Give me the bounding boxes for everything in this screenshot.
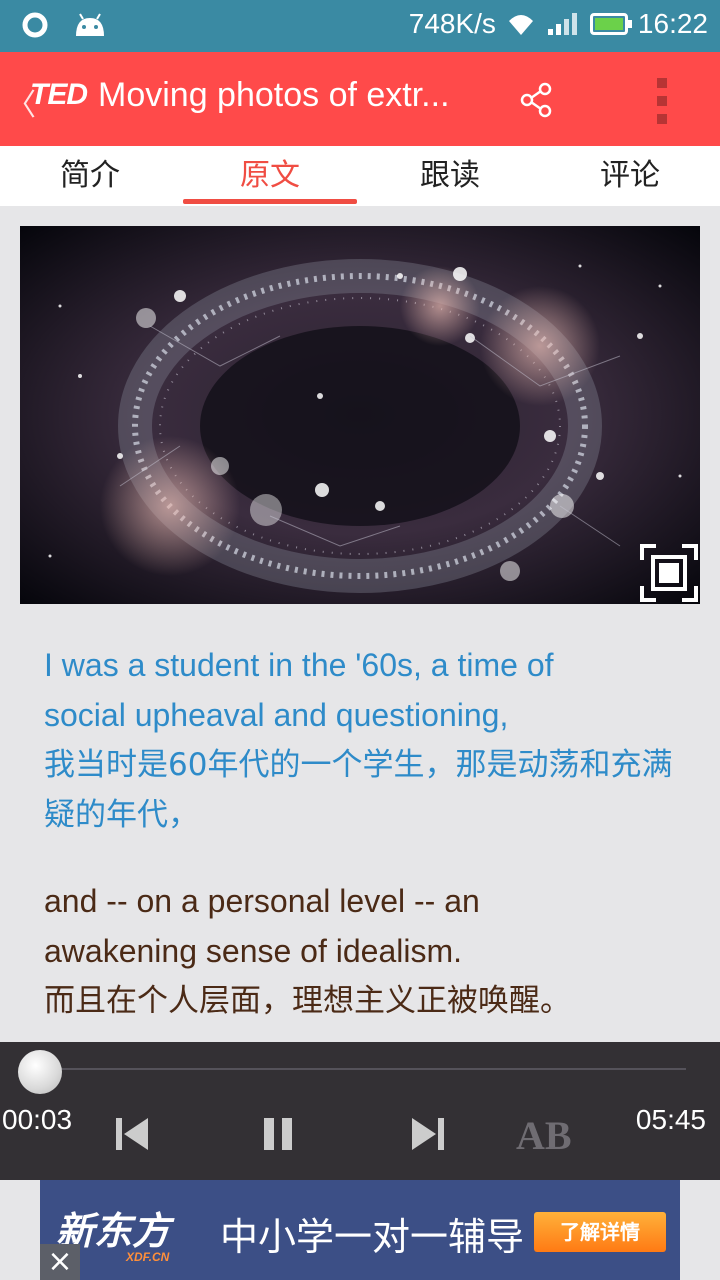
transcript-en: I was a student in the '60s, a time of s…: [44, 647, 554, 733]
previous-icon[interactable]: [112, 1114, 152, 1154]
ab-repeat-button[interactable]: AB: [516, 1112, 572, 1159]
video-frame: [20, 226, 700, 604]
ad-text: 中小学一对一辅导: [220, 1215, 525, 1259]
ted-logo[interactable]: TED: [30, 78, 88, 112]
wifi-icon: [508, 15, 533, 35]
more-vertical-icon[interactable]: [640, 76, 686, 126]
android-icon: [76, 13, 104, 36]
fullscreen-icon[interactable]: [640, 544, 698, 602]
share-icon[interactable]: [516, 80, 556, 120]
tab-intro[interactable]: 简介: [0, 146, 180, 206]
audio-player: 00:03 05:45 AB: [0, 1042, 720, 1180]
app-bar: 〈 TED Moving photos of extr...: [0, 52, 720, 146]
transcript-zh: 我当时是60年代的一个学生，那是动荡和充满疑的年代，: [44, 747, 673, 833]
close-icon[interactable]: ×: [40, 1244, 80, 1280]
status-bar: 748K/s 16:22: [0, 0, 720, 52]
battery-icon: [589, 13, 632, 35]
screen: 748K/s 16:22 〈 TED Moving photos of extr…: [0, 0, 720, 1280]
elapsed-time: 00:03: [2, 1104, 73, 1135]
clock: 16:22: [637, 8, 708, 39]
seek-track[interactable]: [34, 1068, 686, 1070]
tab-bar: 简介 原文 跟读 评论: [0, 146, 720, 206]
transcript-segment[interactable]: I was a student in the '60s, a time of s…: [44, 640, 684, 840]
ad-cta-button[interactable]: 了解详情: [534, 1212, 666, 1252]
next-icon[interactable]: [408, 1114, 448, 1154]
ad-brand-url: XDF.CN: [126, 1250, 170, 1264]
circle-notification-icon: [22, 12, 48, 38]
tab-read-along[interactable]: 跟读: [360, 146, 540, 206]
transcript-en: and -- on a personal level -- an awakeni…: [44, 883, 480, 969]
transcript-zh: 而且在个人层面，理想主义正被唤醒。: [44, 983, 571, 1019]
tab-transcript[interactable]: 原文: [180, 146, 360, 206]
transcript: I was a student in the '60s, a time of s…: [44, 640, 684, 1062]
talk-title: Moving photos of extr...: [98, 76, 450, 114]
transcript-segment[interactable]: and -- on a personal level -- an awakeni…: [44, 876, 684, 1026]
video-player[interactable]: [20, 226, 700, 604]
ad-banner[interactable]: 新东方 XDF.CN 中小学一对一辅导 了解详情: [40, 1180, 680, 1280]
seek-thumb[interactable]: [17, 1050, 62, 1094]
total-duration: 05:45: [635, 1104, 706, 1135]
pause-icon[interactable]: [258, 1114, 298, 1154]
signal-icon: [547, 13, 577, 35]
tab-comments[interactable]: 评论: [540, 146, 720, 206]
network-speed: 748K/s: [408, 8, 496, 39]
